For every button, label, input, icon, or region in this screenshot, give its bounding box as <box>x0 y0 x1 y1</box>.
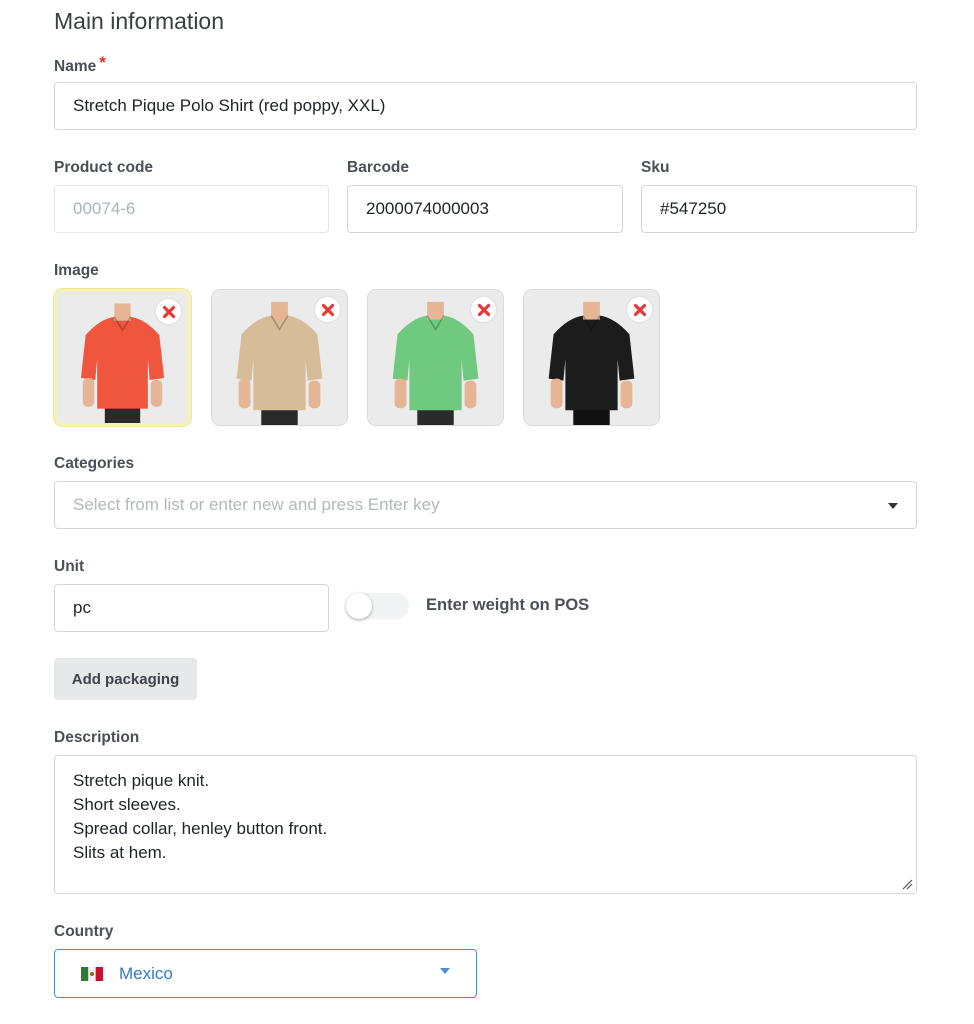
close-icon <box>477 303 490 316</box>
sku-label: Sku <box>641 159 670 176</box>
unit-input[interactable]: pc <box>54 584 329 632</box>
remove-image-button[interactable] <box>627 297 652 322</box>
description-line: Stretch pique knit. <box>73 771 210 790</box>
product-image-thumbnail[interactable] <box>54 289 191 426</box>
weight-toggle-label: Enter weight on POS <box>426 596 590 614</box>
categories-label: Categories <box>54 455 135 472</box>
categories-placeholder: Select from list or enter new and press … <box>73 495 440 514</box>
close-icon <box>321 303 334 316</box>
product-code-label: Product code <box>54 159 154 176</box>
close-icon <box>633 303 646 316</box>
product-code-value: 00074-6 <box>73 199 136 218</box>
country-select[interactable]: Mexico <box>54 949 477 998</box>
sku-input[interactable]: #547250 <box>641 185 917 233</box>
name-input-value: Stretch Pique Polo Shirt (red poppy, XXL… <box>73 96 386 115</box>
description-textarea[interactable]: Stretch pique knit. Short sleeves. Sprea… <box>54 755 917 894</box>
unit-label: Unit <box>54 558 85 575</box>
description-line: Spread collar, henley button front. <box>73 819 328 838</box>
chevron-down-icon[interactable] <box>888 503 898 509</box>
description-line: Short sleeves. <box>73 795 181 814</box>
description-line: Slits at hem. <box>73 843 167 862</box>
close-icon <box>162 305 175 318</box>
unit-value: pc <box>73 598 91 617</box>
mexico-flag-icon <box>81 966 103 981</box>
remove-image-button[interactable] <box>315 297 340 322</box>
resize-handle-icon[interactable] <box>901 878 913 890</box>
sku-value: #547250 <box>660 199 727 218</box>
image-label: Image <box>54 262 99 279</box>
product-image-thumbnail[interactable] <box>523 289 660 426</box>
barcode-value: 2000074000003 <box>366 199 489 218</box>
description-label: Description <box>54 729 140 746</box>
toggle-knob <box>346 593 372 619</box>
required-mark: * <box>99 53 106 72</box>
add-packaging-button[interactable]: Add packaging <box>54 658 197 700</box>
chevron-down-icon[interactable] <box>440 968 450 974</box>
weight-toggle[interactable] <box>346 593 409 619</box>
country-label: Country <box>54 923 114 940</box>
remove-image-button[interactable] <box>156 299 181 324</box>
product-image-thumbnail[interactable] <box>367 289 504 426</box>
product-code-input: 00074-6 <box>54 185 329 233</box>
name-input[interactable]: Stretch Pique Polo Shirt (red poppy, XXL… <box>54 82 917 130</box>
categories-select[interactable]: Select from list or enter new and press … <box>54 481 917 529</box>
remove-image-button[interactable] <box>471 297 496 322</box>
name-label-text: Name <box>54 58 97 75</box>
barcode-label: Barcode <box>347 159 410 176</box>
country-value: Mexico <box>119 963 173 983</box>
section-title: Main information <box>54 8 225 34</box>
barcode-input[interactable]: 2000074000003 <box>347 185 623 233</box>
name-label: Name * <box>54 53 106 76</box>
product-image-thumbnail[interactable] <box>211 289 348 426</box>
